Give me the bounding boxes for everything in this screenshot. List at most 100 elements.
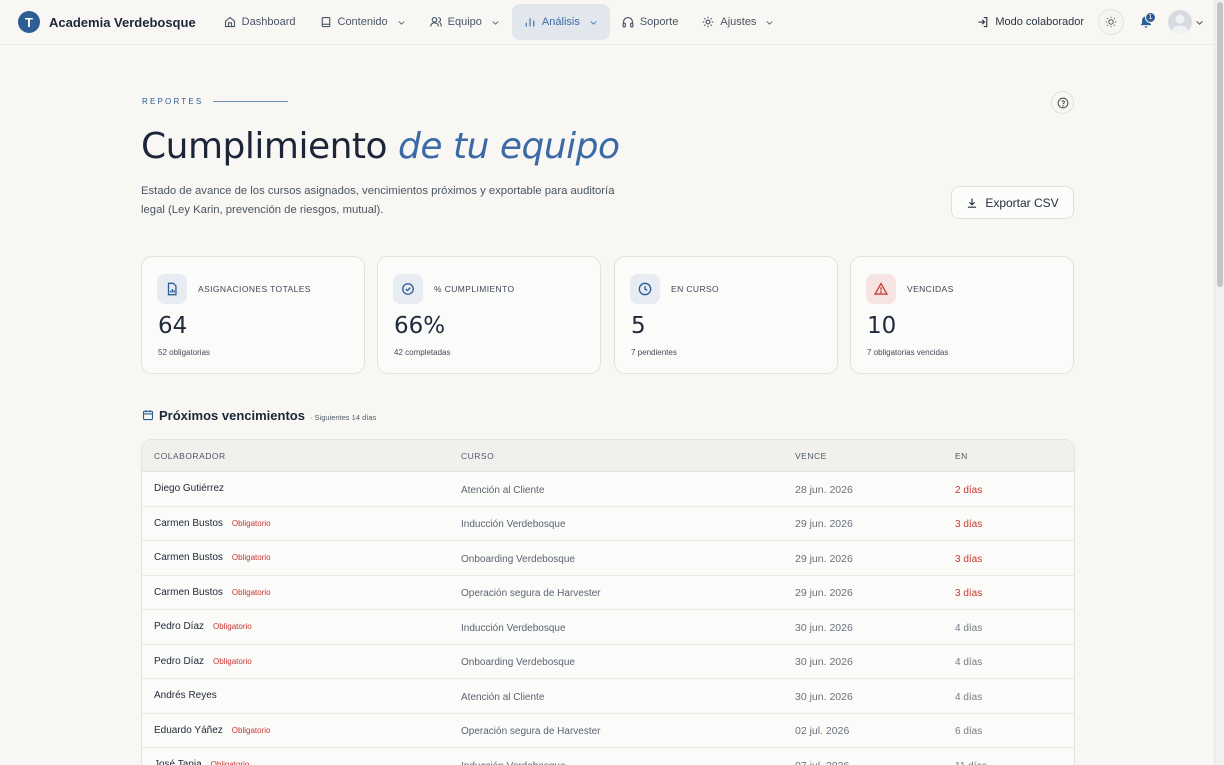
table-row[interactable]: José Tapia Obligatorio Inducción Verdebosq… <box>142 748 1074 765</box>
stat-value: 5 <box>631 313 646 339</box>
stat-value: 66% <box>394 313 446 339</box>
stat-sub: 52 obligatorias <box>158 348 211 357</box>
chevron-down-icon <box>398 20 405 25</box>
table-row[interactable]: Carmen Bustos Obligatorio Onboarding Verde… <box>142 541 1074 576</box>
cell-curso: Atención al Cliente <box>449 687 783 705</box>
check-circle-icon <box>402 283 414 295</box>
scrollbar-thumb[interactable] <box>1217 2 1223 287</box>
nav-item-soporte[interactable]: Soporte <box>610 4 691 40</box>
nav-item-analisis[interactable]: Análisis <box>511 4 610 40</box>
bar-chart-icon <box>525 18 535 27</box>
collaborator-name: Eduardo Yáñez <box>154 724 223 736</box>
nav-item-contenido[interactable]: Contenido <box>308 4 418 40</box>
page-title-accent: de tu equipo <box>398 126 620 167</box>
stat-icon <box>630 274 660 304</box>
collaborator-name: Carmen Bustos <box>154 586 223 598</box>
calendar-icon <box>142 410 154 421</box>
collaborator-name: Pedro Díaz <box>154 621 205 633</box>
warning-icon <box>874 282 888 295</box>
export-csv-label: Exportar CSV <box>985 195 1059 210</box>
mandatory-badge: Obligatorio <box>213 622 252 632</box>
cell-curso: Onboarding Verdebosque <box>449 652 783 670</box>
nav-item-dashboard[interactable]: Dashboard <box>212 4 308 40</box>
stat-icon <box>866 274 896 304</box>
course-name: Atención al Cliente <box>461 691 545 703</box>
theme-toggle-button[interactable] <box>1098 9 1124 35</box>
collaborator-name: Carmen Bustos <box>154 552 223 564</box>
export-csv-button[interactable]: Exportar CSV <box>951 186 1074 219</box>
nav-item-equipo[interactable]: Equipo <box>418 4 512 40</box>
cell-vence: 02 jul. 2026 <box>783 721 943 739</box>
collaborator-name: Carmen Bustos <box>154 517 223 529</box>
table-row[interactable]: Carmen Bustos Obligatorio Inducción Verdeb… <box>142 507 1074 541</box>
mandatory-badge: Obligatorio <box>231 553 271 563</box>
cell-en: 4 días <box>943 618 1073 636</box>
help-button[interactable] <box>1051 91 1074 114</box>
nav-item-label: Ajustes <box>720 16 757 28</box>
column-header-vence[interactable]: VENCE <box>783 451 943 461</box>
notifications-button[interactable]: 1 <box>1136 12 1156 32</box>
cell-en: 2 días <box>943 480 1073 498</box>
stat-label: ASIGNACIONES TOTALES <box>198 284 311 294</box>
nav-item-label: Dashboard <box>241 16 296 28</box>
download-icon <box>968 198 977 208</box>
nav-item-label: Equipo <box>447 16 482 28</box>
mandatory-badge: Obligatorio <box>231 587 271 597</box>
page-description: Estado de avance de los cursos asignados… <box>141 185 615 216</box>
stat-card-vencidas: VENCIDAS 10 7 obligatorias vencidas <box>850 256 1074 374</box>
collaborator-name: José Tapia <box>154 759 202 765</box>
eyebrow-label: REPORTES <box>142 97 204 106</box>
avatar <box>1168 10 1192 34</box>
chevron-down-icon <box>590 20 597 25</box>
page-scrollbar[interactable] <box>1214 0 1224 765</box>
mode-switch-button[interactable]: Modo colaborador <box>977 16 1086 28</box>
page-title-main: Cumplimiento <box>141 126 388 167</box>
cell-curso: Onboarding Verdebosque <box>449 549 783 567</box>
brand[interactable]: T Academia Verdebosque <box>18 11 196 33</box>
days-remaining: 3 días <box>955 519 983 531</box>
table-row[interactable]: Diego Gutiérrez Atención al Cliente 28 jun… <box>142 472 1074 507</box>
mode-switch-label: Modo colaborador <box>995 16 1084 28</box>
table-header: COLABORADOR CURSO VENCE EN <box>142 440 1074 472</box>
days-remaining: 3 días <box>955 553 983 565</box>
user-menu[interactable] <box>1168 10 1204 34</box>
brand-name: Academia Verdebosque <box>49 14 196 30</box>
chevron-down-icon <box>1196 20 1203 25</box>
cell-en: 11 días <box>943 756 1073 765</box>
cell-vence: 30 jun. 2026 <box>783 618 943 636</box>
cell-vence: 29 jun. 2026 <box>783 583 943 601</box>
collaborator-name: Diego Gutiérrez <box>154 483 225 495</box>
cell-colaborador: José Tapia Obligatorio <box>142 759 449 765</box>
due-date: 30 jun. 2026 <box>795 621 853 634</box>
stat-icon <box>157 274 187 304</box>
table-row[interactable]: Carmen Bustos Obligatorio Operación segura… <box>142 576 1074 610</box>
course-name: Inducción Verdebosque <box>461 622 566 634</box>
cell-colaborador: Andrés Reyes <box>142 690 449 701</box>
days-remaining: 3 días <box>955 588 983 600</box>
table-row[interactable]: Andrés Reyes Atención al Cliente 30 jun. 2… <box>142 679 1074 714</box>
nav-item-ajustes[interactable]: Ajustes <box>690 4 786 40</box>
mandatory-badge: Obligatorio <box>210 760 250 765</box>
cell-vence: 30 jun. 2026 <box>783 687 943 705</box>
cell-en: 6 días <box>943 721 1073 739</box>
stat-card-cumplimiento: % CUMPLIMIENTO 66% 42 completadas <box>377 256 601 374</box>
eyebrow-line <box>213 101 289 102</box>
due-date: 02 jul. 2026 <box>795 725 850 738</box>
column-header-colaborador[interactable]: COLABORADOR <box>142 451 449 461</box>
table-row[interactable]: Pedro Díaz Obligatorio Onboarding Verdebos… <box>142 645 1074 679</box>
due-date: 30 jun. 2026 <box>795 690 853 703</box>
brand-logo: T <box>18 11 40 33</box>
course-name: Atención al Cliente <box>461 484 545 496</box>
section-subtitle: · Siguientes 14 días <box>309 413 377 422</box>
column-header-curso[interactable]: CURSO <box>449 451 783 461</box>
cell-curso: Atención al Cliente <box>449 480 783 498</box>
column-header-en[interactable]: EN <box>943 451 1073 461</box>
cell-colaborador: Diego Gutiérrez <box>142 483 449 494</box>
cell-en: 4 días <box>943 652 1073 670</box>
mandatory-badge: Obligatorio <box>231 725 271 735</box>
table-row[interactable]: Eduardo Yáñez Obligatorio Operación segura… <box>142 714 1074 748</box>
cell-colaborador: Carmen Bustos Obligatorio <box>142 518 449 529</box>
table-row[interactable]: Pedro Díaz Obligatorio Inducción Verdebosq… <box>142 610 1074 645</box>
cell-vence: 07 jul. 2026 <box>783 756 943 765</box>
cell-curso: Operación segura de Harvester <box>449 721 783 739</box>
